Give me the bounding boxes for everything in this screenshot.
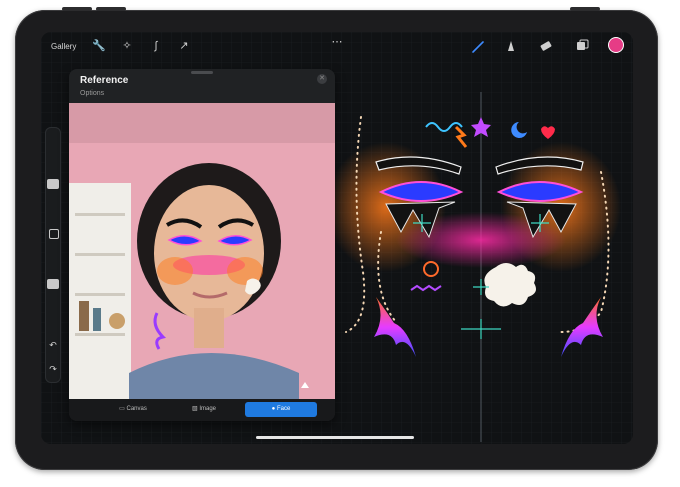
eraser-icon[interactable] xyxy=(539,39,553,53)
tab-canvas[interactable]: ▭ Canvas xyxy=(103,402,163,417)
gallery-button[interactable]: Gallery xyxy=(51,42,76,51)
modify-square-icon[interactable] xyxy=(49,229,59,239)
color-picker-button[interactable] xyxy=(609,38,623,52)
wrench-icon[interactable]: 🔧 xyxy=(92,40,106,52)
close-icon[interactable]: ✕ xyxy=(317,74,327,84)
tab-face-label: Face xyxy=(276,406,291,412)
ellipsis-icon[interactable]: ⋯ xyxy=(329,36,345,48)
reference-options[interactable]: Options xyxy=(80,90,104,97)
tab-canvas-label: Canvas xyxy=(126,406,147,412)
power-button xyxy=(570,7,600,11)
brush-icon[interactable] xyxy=(471,40,485,54)
layers-icon[interactable] xyxy=(575,39,589,53)
drag-handle[interactable] xyxy=(191,71,213,74)
left-sidebar: ↶ ↷ xyxy=(45,127,61,383)
procreate-screen: Gallery 🔧 ✧ ∫ ↗ ⋯ ↶ ↷ Reference Options … xyxy=(41,32,633,444)
home-indicator[interactable] xyxy=(256,436,414,439)
undo-icon[interactable]: ↶ xyxy=(47,339,59,351)
face xyxy=(154,185,264,321)
tab-image[interactable]: ▧ Image xyxy=(174,402,234,417)
opacity-slider-thumb[interactable] xyxy=(47,279,59,289)
tab-face[interactable]: ● Face xyxy=(245,402,317,417)
volume-button xyxy=(62,7,92,11)
canvas-icon: ▭ xyxy=(119,406,127,412)
selection-icon[interactable]: ∫ xyxy=(150,40,162,52)
reference-mode-tabs: ▭ Canvas ▧ Image ● Face xyxy=(69,399,335,421)
magic-wand-icon[interactable]: ✧ xyxy=(121,40,133,52)
tab-image-label: Image xyxy=(199,406,217,412)
reference-panel[interactable]: Reference Options ✕ ▭ Canvas ▧ Image ● F… xyxy=(69,69,335,421)
transform-arrow-icon[interactable]: ↗ xyxy=(178,40,190,52)
smudge-icon[interactable] xyxy=(504,39,518,53)
redo-icon[interactable]: ↷ xyxy=(47,363,59,375)
brush-size-slider-thumb[interactable] xyxy=(47,179,59,189)
face-camera-view xyxy=(69,103,335,399)
volume-button xyxy=(96,7,126,11)
reference-title: Reference xyxy=(80,75,129,86)
